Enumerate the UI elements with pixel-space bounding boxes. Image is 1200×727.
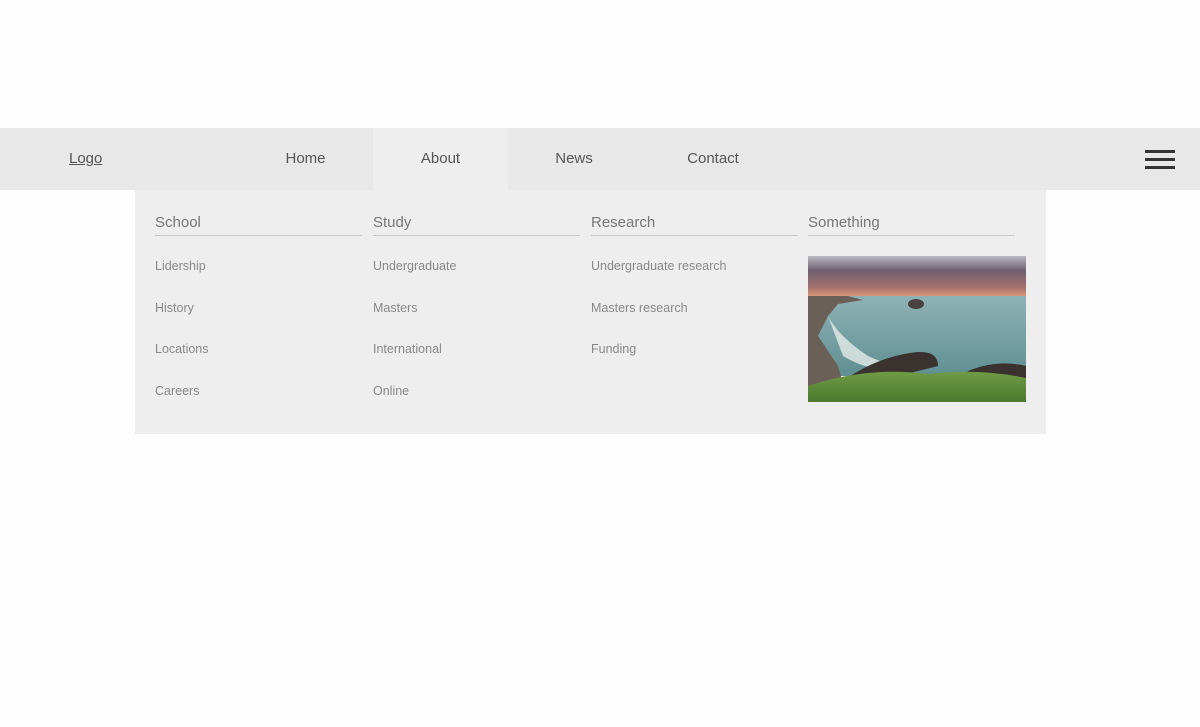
nav-item-news[interactable]: News (508, 128, 640, 190)
menu-link[interactable]: Lidership (155, 259, 206, 273)
menu-link[interactable]: Masters (373, 301, 417, 315)
menu-link[interactable]: Funding (591, 342, 636, 356)
logo-link[interactable]: Logo (69, 128, 102, 190)
menu-link[interactable]: Undergraduate research (591, 259, 727, 273)
menu-link[interactable]: Online (373, 384, 409, 398)
hamburger-icon-bar (1145, 158, 1175, 161)
mega-menu-dropdown: School Lidership History Locations Caree… (135, 190, 1046, 434)
menu-link[interactable]: Masters research (591, 301, 688, 315)
menu-link[interactable]: Undergraduate (373, 259, 456, 273)
menu-link[interactable]: Locations (155, 342, 209, 356)
menu-link[interactable]: Careers (155, 384, 199, 398)
column-title: Research (591, 213, 798, 236)
hamburger-menu-button[interactable] (1143, 148, 1175, 170)
coastal-sunset-image-graphic (808, 256, 1026, 402)
column-title: School (155, 213, 362, 236)
hamburger-icon-bar (1145, 166, 1175, 169)
nav-item-home[interactable]: Home (238, 128, 373, 190)
column-title: Study (373, 213, 580, 236)
menu-link[interactable]: History (155, 301, 194, 315)
hamburger-icon-bar (1145, 150, 1175, 153)
menu-link[interactable]: International (373, 342, 442, 356)
nav-item-about[interactable]: About (373, 128, 508, 190)
navbar: Logo Home About News Contact (0, 128, 1200, 190)
column-title: Something (808, 213, 1015, 236)
nav-item-contact[interactable]: Contact (640, 128, 786, 190)
coastal-sunset-image[interactable] (808, 256, 1026, 402)
